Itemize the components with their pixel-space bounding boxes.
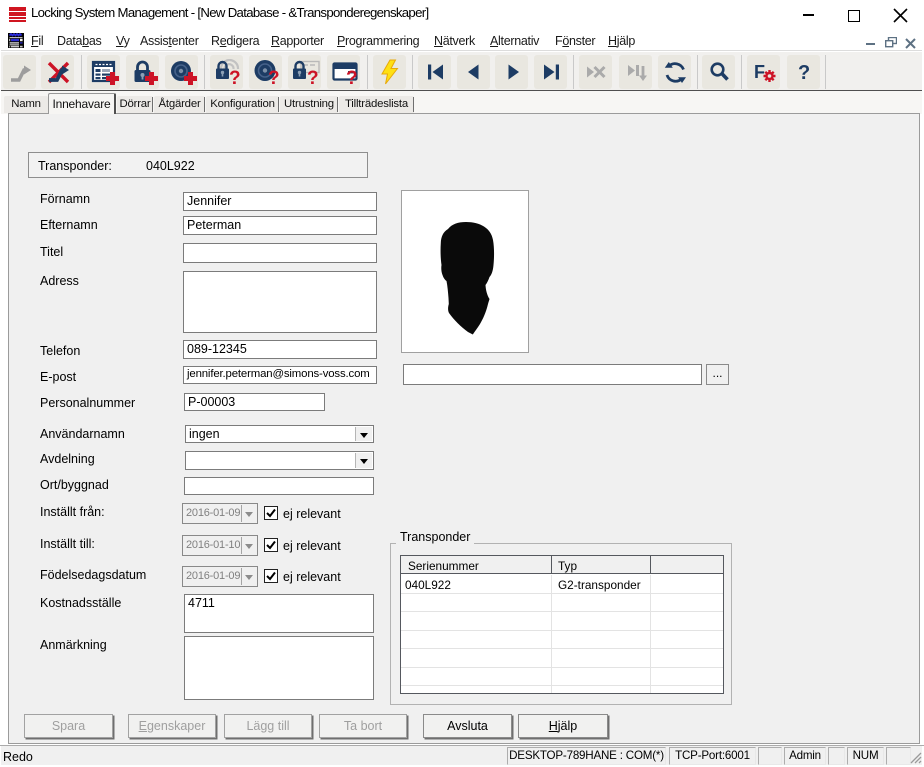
svg-text:?: ? — [307, 68, 319, 87]
svg-text:?: ? — [268, 68, 280, 87]
svg-text:F: F — [754, 62, 765, 82]
svg-text:?: ? — [229, 68, 241, 87]
svg-text:?: ? — [346, 68, 358, 87]
svg-text:?: ? — [798, 62, 810, 84]
